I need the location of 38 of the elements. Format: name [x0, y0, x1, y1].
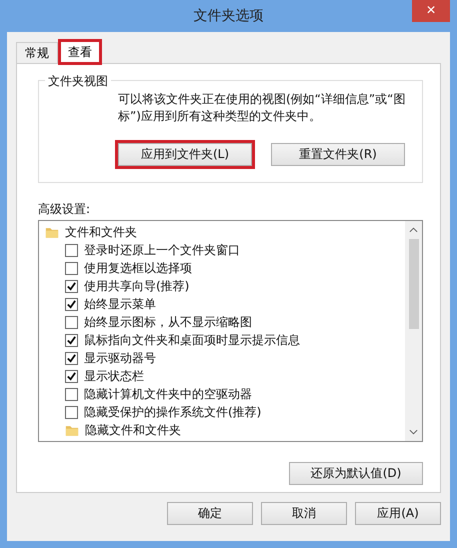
checkbox[interactable]	[65, 352, 78, 364]
tab[interactable]: 查看	[59, 40, 101, 64]
checkbox[interactable]	[65, 280, 78, 292]
setting-label: 隐藏受保护的操作系统文件(推荐)	[84, 404, 262, 420]
description-text: 可以将该文件夹正在使用的视图(例如“详细信息”或“图标”)应用到所有这种类型的文件夹中。	[118, 91, 406, 125]
dialog-button[interactable]: 应用(A)	[355, 502, 441, 525]
setting-label: 文件和文件夹	[65, 224, 137, 240]
scroll-bar[interactable]	[405, 221, 422, 441]
folder-button[interactable]: 重置文件夹(R)	[271, 143, 405, 166]
setting-label: 鼠标指向文件夹和桌面项时显示提示信息	[84, 332, 300, 348]
dialog-button[interactable]: 确定	[167, 502, 253, 525]
checkbox[interactable]	[65, 388, 78, 400]
setting-label: 登录时还原上一个文件夹窗口	[84, 242, 240, 258]
checkbox[interactable]	[65, 316, 78, 328]
advanced-settings-label: 高级设置:	[38, 201, 92, 218]
checkbox[interactable]	[65, 406, 78, 418]
checkbox[interactable]	[65, 262, 78, 274]
setting-label: 使用复选框以选择项	[84, 260, 192, 276]
checkbox[interactable]	[65, 244, 78, 256]
dialog-button[interactable]: 取消	[261, 502, 347, 525]
checkbox[interactable]	[65, 298, 78, 310]
setting-label: 隐藏文件和文件夹	[85, 422, 181, 438]
folder-icon	[45, 226, 59, 238]
close-button[interactable]: ×	[412, 0, 450, 22]
tab[interactable]: 常规	[16, 42, 58, 63]
restore-defaults-button[interactable]: 还原为默认值(D)	[289, 462, 423, 485]
setting-label: 显示状态栏	[84, 368, 144, 384]
setting-label: 使用共享向导(推荐)	[84, 278, 190, 294]
group-title: 文件夹视图	[45, 73, 111, 90]
setting-label: 显示驱动器号	[84, 350, 156, 366]
folder-icon	[65, 424, 79, 436]
setting-label: 始终显示菜单	[84, 296, 156, 312]
checkbox[interactable]	[65, 334, 78, 346]
setting-label: 隐藏计算机文件夹中的空驱动器	[84, 386, 252, 402]
window-title: 文件夹选项	[194, 7, 264, 25]
checkbox[interactable]	[65, 370, 78, 382]
setting-label: 始终显示图标，从不显示缩略图	[84, 314, 252, 330]
folder-button[interactable]: 应用到文件夹(L)	[118, 143, 252, 166]
